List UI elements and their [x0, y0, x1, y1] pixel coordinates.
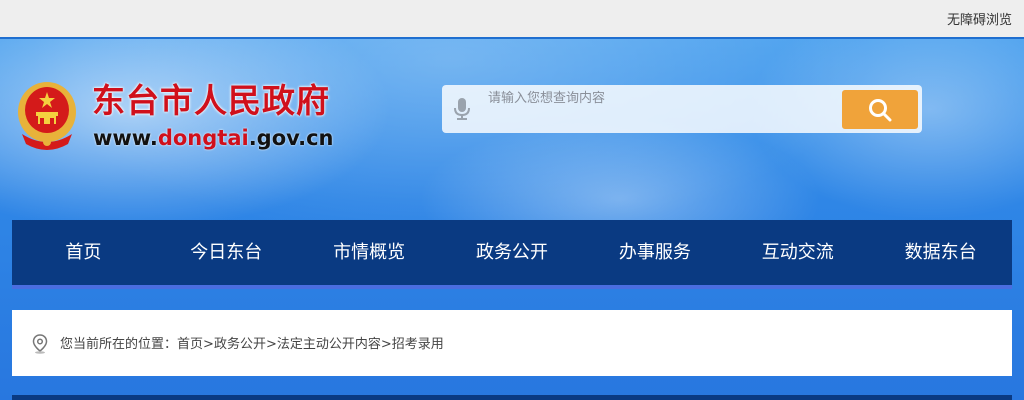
nav-item-today-dongtai[interactable]: 今日东台	[155, 220, 298, 285]
site-url: www.dongtai.gov.cn	[93, 126, 334, 150]
content-panel-top-edge	[12, 395, 1012, 400]
breadcrumb-prefix: 您当前所在的位置：	[60, 337, 178, 352]
nav-item-services[interactable]: 办事服务	[583, 220, 726, 285]
breadcrumb-text: 您当前所在的位置：首页>政务公开>法定主动公开内容>招考录用	[60, 333, 444, 352]
nav-item-interaction[interactable]: 互动交流	[726, 220, 869, 285]
search-button[interactable]	[842, 90, 918, 129]
top-utility-bar: 无障碍浏览	[0, 0, 1024, 39]
nav-item-data-dongtai[interactable]: 数据东台	[869, 220, 1012, 285]
site-url-highlight: dongtai	[157, 126, 249, 150]
national-emblem-icon	[18, 82, 76, 150]
location-pin-icon	[32, 334, 48, 354]
microphone-icon[interactable]	[454, 97, 470, 121]
search-icon	[869, 99, 892, 122]
breadcrumb-separator: >	[203, 337, 214, 352]
breadcrumb-link-gov-affairs[interactable]: 政务公开	[214, 337, 266, 352]
search-input[interactable]	[486, 87, 840, 109]
nav-item-gov-affairs[interactable]: 政务公开	[441, 220, 584, 285]
site-title: 东台市人民政府	[92, 81, 330, 120]
site-url-suffix: .gov.cn	[248, 126, 334, 150]
breadcrumb-separator: >	[380, 337, 392, 352]
breadcrumb: 您当前所在的位置：首页>政务公开>法定主动公开内容>招考录用	[12, 310, 1012, 376]
site-url-prefix: www.	[93, 126, 158, 150]
nav-item-home[interactable]: 首页	[12, 220, 155, 285]
breadcrumb-separator: >	[265, 337, 277, 352]
breadcrumb-link-home[interactable]: 首页	[177, 337, 203, 352]
accessibility-link[interactable]: 无障碍浏览	[947, 9, 1012, 28]
breadcrumb-link-recruitment[interactable]: 招考录用	[392, 337, 444, 352]
nav-item-city-overview[interactable]: 市情概览	[298, 220, 441, 285]
search-box	[442, 85, 922, 133]
main-nav: 首页 今日东台 市情概览 政务公开 办事服务 互动交流 数据东台	[12, 220, 1012, 289]
breadcrumb-link-statutory[interactable]: 法定主动公开内容	[277, 337, 381, 352]
